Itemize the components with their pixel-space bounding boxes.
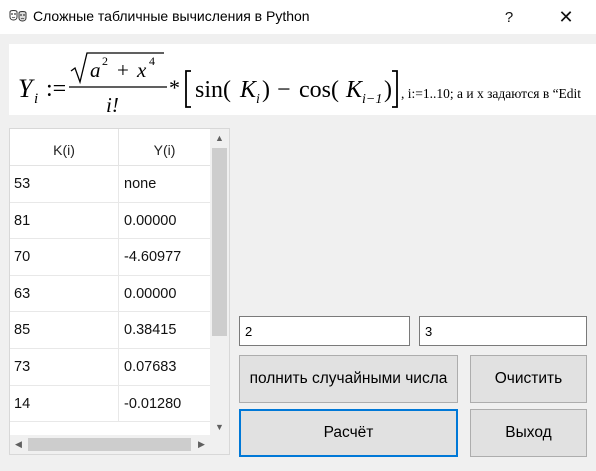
table-row[interactable]: 63 0.00000	[10, 275, 210, 313]
x-input[interactable]	[419, 316, 587, 346]
table-row[interactable]: 53 none	[10, 166, 210, 203]
results-table[interactable]: K(i) Y(i) 53 none 81 0.00000 70 -4.60977…	[9, 128, 230, 455]
formula-banner: Y i := a 2 + x 4 i! * sin( K i ) − cos( …	[9, 44, 596, 115]
help-button[interactable]: ?	[493, 4, 525, 30]
cell-y[interactable]: 0.07683	[119, 349, 210, 385]
cell-y[interactable]: 0.00000	[119, 203, 210, 239]
table-row[interactable]: 81 0.00000	[10, 202, 210, 240]
horizontal-scrollbar[interactable]: ◀ ▶	[10, 435, 210, 454]
right-bracket	[392, 70, 398, 108]
table-row[interactable]: 70 -4.60977	[10, 239, 210, 276]
scrollbar-corner	[210, 435, 229, 454]
close-icon: ✕	[558, 6, 574, 27]
fill-random-button[interactable]: полнить случайными числа	[239, 355, 458, 403]
formula-times: *	[169, 75, 180, 100]
formula-exp4: 4	[149, 54, 155, 68]
cell-k[interactable]: 70	[10, 239, 119, 276]
fill-random-label: полнить случайными числа	[249, 370, 448, 387]
formula-x: x	[136, 58, 147, 82]
scroll-down-icon[interactable]: ▼	[210, 418, 229, 435]
formula-sin: sin(	[195, 77, 231, 103]
table-body: 53 none 81 0.00000 70 -4.60977 63 0.0000…	[10, 166, 210, 423]
table-header: K(i) Y(i)	[10, 129, 210, 166]
vertical-scroll-thumb[interactable]	[212, 148, 227, 336]
table-row[interactable]: 73 0.07683	[10, 348, 210, 386]
cell-k[interactable]: 14	[10, 385, 119, 422]
cell-k[interactable]: 53	[10, 166, 119, 202]
formula-close1: )	[262, 77, 270, 103]
column-header-y[interactable]: Y(i)	[119, 129, 210, 165]
formula-k2-sub: i−1	[362, 92, 382, 107]
exit-label: Выход	[505, 424, 552, 441]
calculate-label: Расчёт	[323, 424, 374, 441]
calculate-button[interactable]: Расчёт	[239, 409, 458, 457]
formula-trailing: , i:=1..10; a и x задаются в “Edit	[401, 86, 581, 101]
cell-y[interactable]: none	[119, 166, 210, 202]
vertical-scrollbar[interactable]: ▲ ▼	[210, 129, 229, 435]
cell-k[interactable]: 85	[10, 312, 119, 349]
close-button[interactable]: ✕	[550, 4, 582, 30]
formula-cos: cos(	[299, 77, 339, 103]
formula-k1-sub: i	[256, 92, 260, 107]
formula-lhs: Y	[18, 74, 35, 103]
formula-assign: :=	[46, 76, 66, 102]
table-row[interactable]: 14 -0.01280	[10, 385, 210, 423]
cell-y[interactable]: 0.38415	[119, 312, 210, 348]
cell-y[interactable]: -4.60977	[119, 239, 210, 275]
cell-k[interactable]: 81	[10, 202, 119, 239]
formula-lhs-sub: i	[34, 91, 38, 107]
clear-button[interactable]: Очистить	[470, 355, 587, 403]
formula-image: Y i := a 2 + x 4 i! * sin( K i ) − cos( …	[18, 52, 581, 115]
formula-close2: )	[384, 77, 392, 103]
scroll-left-icon[interactable]: ◀	[10, 435, 27, 454]
formula-a: a	[90, 58, 101, 82]
exit-button[interactable]: Выход	[470, 409, 587, 457]
formula-plus: +	[117, 58, 129, 82]
scroll-right-icon[interactable]: ▶	[193, 435, 210, 454]
formula-exp2: 2	[102, 54, 108, 68]
scroll-up-icon[interactable]: ▲	[210, 129, 229, 146]
a-input[interactable]	[239, 316, 410, 346]
help-icon: ?	[504, 8, 514, 26]
window-title: Сложные табличные вычисления в Python	[33, 8, 310, 24]
left-bracket	[185, 70, 191, 108]
clear-label: Очистить	[494, 370, 563, 387]
title-bar: Сложные табличные вычисления в Python ? …	[0, 0, 596, 34]
formula-denominator: i!	[106, 93, 119, 115]
cell-k[interactable]: 63	[10, 275, 119, 312]
cell-k[interactable]: 73	[10, 348, 119, 385]
horizontal-scroll-thumb[interactable]	[28, 438, 191, 451]
masks-icon	[9, 10, 27, 22]
table-row[interactable]: 85 0.38415	[10, 312, 210, 349]
cell-y[interactable]: -0.01280	[119, 386, 210, 422]
column-header-k[interactable]: K(i)	[10, 129, 119, 165]
formula-minus: −	[277, 77, 291, 103]
cell-y[interactable]: 0.00000	[119, 276, 210, 312]
